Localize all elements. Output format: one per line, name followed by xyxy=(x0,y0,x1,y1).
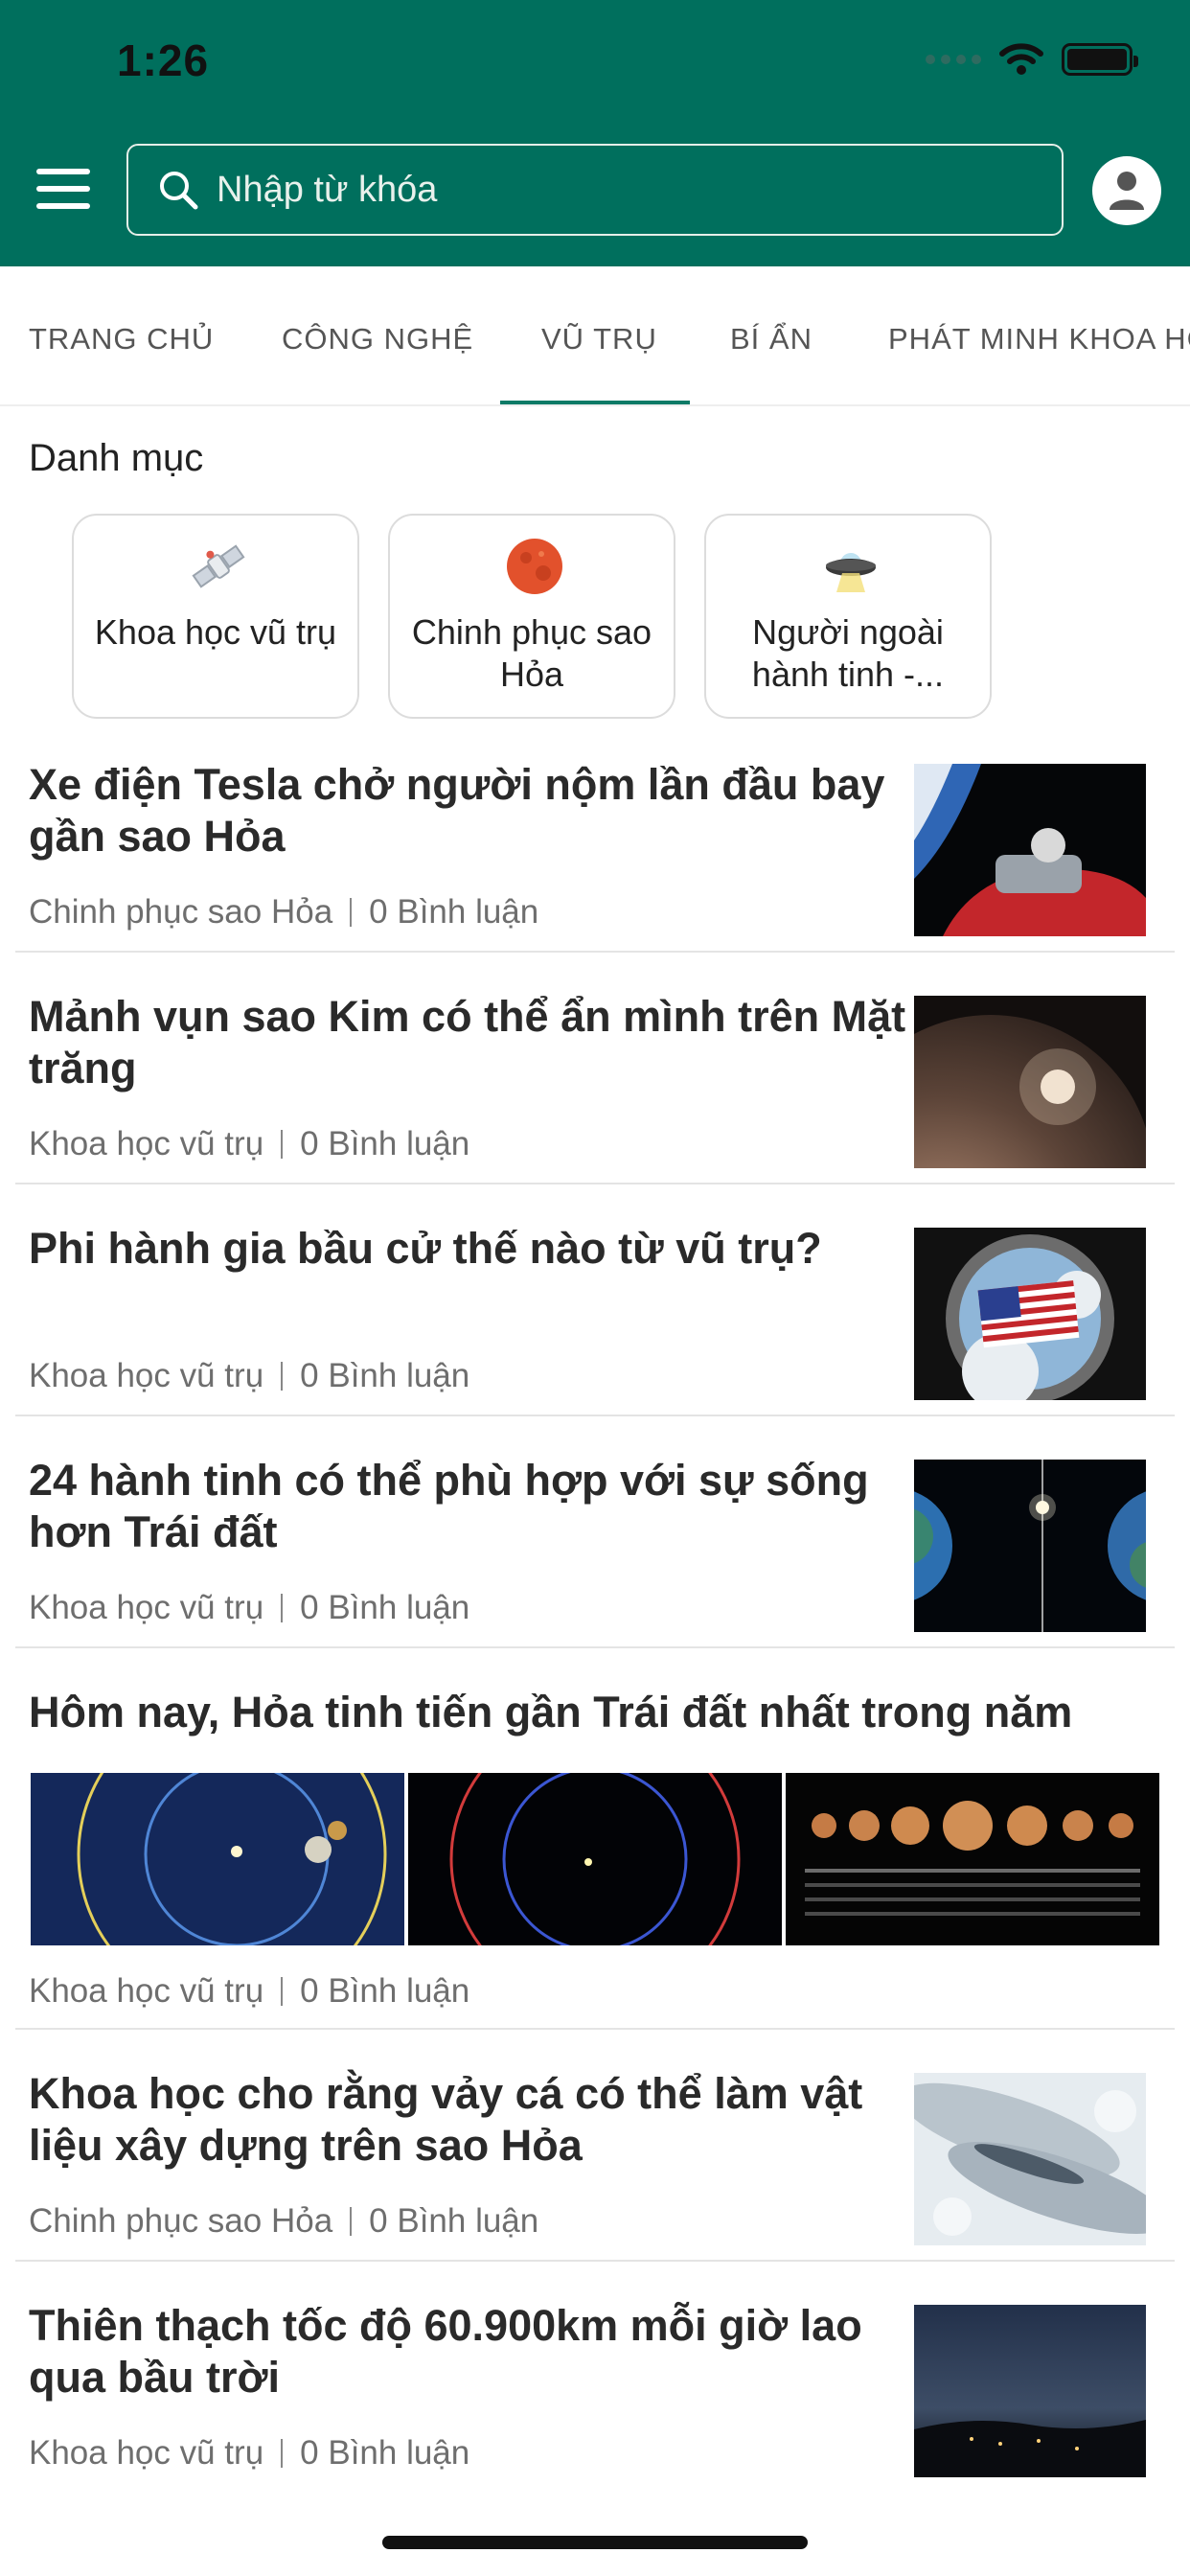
article-category: Khoa học vũ trụ xyxy=(29,1125,264,1162)
mars-icon xyxy=(507,539,562,594)
article-category: Khoa học vũ trụ xyxy=(29,1972,264,2010)
article-item[interactable]: Mảnh vụn sao Kim có thể ẩn mình trên Mặt… xyxy=(15,991,1175,1184)
article-thumbnail xyxy=(914,1460,1146,1632)
article-title: 24 hành tinh có thể phù hợp với sự sống … xyxy=(29,1456,869,1556)
tab-cong-nghe[interactable]: CÔNG NGHỆ xyxy=(282,322,473,356)
signal-icon xyxy=(926,55,981,64)
search-bar[interactable] xyxy=(126,144,1064,236)
article-meta: Khoa học vũ trụ 0 Bình luận xyxy=(29,1972,469,2011)
article-comments: 0 Bình luận xyxy=(300,1972,470,2010)
article-comments: 0 Bình luận xyxy=(300,1125,470,1162)
wifi-icon xyxy=(999,43,1043,75)
search-input[interactable] xyxy=(217,169,1002,211)
category-label: Khoa học vũ trụ xyxy=(94,612,337,652)
article-image xyxy=(786,1773,1159,1945)
avatar[interactable] xyxy=(1092,156,1161,225)
category-label: Chinh phục sao Hỏa xyxy=(411,612,652,694)
status-time: 1:26 xyxy=(117,35,210,85)
article-title: Hôm nay, Hỏa tinh tiến gần Trái đất nhất… xyxy=(29,1688,1073,1736)
article-comments: 0 Bình luận xyxy=(300,1589,470,1626)
tab-phat-minh-khoa-hoc[interactable]: PHÁT MINH KHOA HỌ xyxy=(888,322,1190,356)
article-thumbnail xyxy=(914,996,1146,1168)
article-item[interactable]: Khoa học cho rằng vảy cá có thể làm vật … xyxy=(15,2068,1175,2262)
menu-icon[interactable] xyxy=(36,169,90,209)
article-comments: 0 Bình luận xyxy=(300,2434,470,2472)
article-item[interactable]: Xe điện Tesla chở người nộm lần đầu bay … xyxy=(15,759,1175,953)
category-tabs: TRANG CHỦ CÔNG NGHỆ VŨ TRỤ BÍ ẨN PHÁT MI… xyxy=(0,266,1190,406)
article-item[interactable]: Hôm nay, Hỏa tinh tiến gần Trái đất nhất… xyxy=(15,1687,1175,2030)
article-meta: Khoa học vũ trụ 0 Bình luận xyxy=(29,1357,469,1395)
article-comments: 0 Bình luận xyxy=(369,893,539,931)
search-icon xyxy=(160,172,198,210)
article-meta: Chinh phục sao Hỏa 0 Bình luận xyxy=(29,893,538,932)
home-indicator[interactable] xyxy=(382,2536,808,2549)
article-meta: Khoa học vũ trụ 0 Bình luận xyxy=(29,1589,469,1627)
article-item[interactable]: Phi hành gia bầu cử thế nào từ vũ trụ? K… xyxy=(15,1223,1175,1416)
category-card[interactable]: Chinh phục sao Hỏa xyxy=(388,514,675,719)
article-category: Chinh phục sao Hỏa xyxy=(29,893,333,931)
article-comments: 0 Bình luận xyxy=(300,1357,470,1394)
battery-icon xyxy=(1062,43,1138,76)
article-item[interactable]: Thiên thạch tốc độ 60.900km mỗi giờ lao … xyxy=(15,2300,1175,2494)
article-category: Khoa học vũ trụ xyxy=(29,1357,264,1394)
category-card[interactable]: Người ngoài hành tinh -... xyxy=(704,514,992,719)
article-comments: 0 Bình luận xyxy=(369,2202,539,2240)
article-thumbnail xyxy=(914,764,1146,936)
status-icons xyxy=(926,42,1138,77)
article-image xyxy=(31,1773,404,1945)
article-category: Chinh phục sao Hỏa xyxy=(29,2202,333,2240)
article-category: Khoa học vũ trụ xyxy=(29,2434,264,2472)
app-header: 1:26 xyxy=(0,0,1190,266)
satellite-icon xyxy=(192,544,245,588)
tab-trang-chu[interactable]: TRANG CHỦ xyxy=(29,322,214,356)
article-title: Khoa học cho rằng vảy cá có thể làm vật … xyxy=(29,2069,863,2170)
article-meta: Khoa học vũ trụ 0 Bình luận xyxy=(29,1125,469,1163)
article-item[interactable]: 24 hành tinh có thể phù hợp với sự sống … xyxy=(15,1455,1175,1648)
article-title: Mảnh vụn sao Kim có thể ẩn mình trên Mặt… xyxy=(29,992,906,1092)
tab-bi-an[interactable]: BÍ ẨN xyxy=(730,322,812,356)
article-thumbnail xyxy=(914,2073,1146,2245)
article-thumbnail xyxy=(914,1228,1146,1400)
article-title: Phi hành gia bầu cử thế nào từ vũ trụ? xyxy=(29,1224,822,1273)
article-thumbnail xyxy=(914,2305,1146,2477)
article-category: Khoa học vũ trụ xyxy=(29,1589,264,1626)
tab-vu-tru[interactable]: VŨ TRỤ xyxy=(541,322,657,356)
category-label: Người ngoài hành tinh -... xyxy=(751,612,945,694)
article-title: Thiên thạch tốc độ 60.900km mỗi giờ lao … xyxy=(29,2301,862,2402)
article-meta: Khoa học vũ trụ 0 Bình luận xyxy=(29,2434,469,2472)
categories-title: Danh mục xyxy=(29,437,204,479)
category-card[interactable]: Khoa học vũ trụ xyxy=(72,514,359,719)
article-image xyxy=(408,1773,782,1945)
article-meta: Chinh phục sao Hỏa 0 Bình luận xyxy=(29,2202,538,2241)
article-title: Xe điện Tesla chở người nộm lần đầu bay … xyxy=(29,760,885,861)
ufo-icon xyxy=(826,553,876,592)
active-tab-indicator xyxy=(500,401,690,404)
user-icon xyxy=(1110,172,1144,210)
